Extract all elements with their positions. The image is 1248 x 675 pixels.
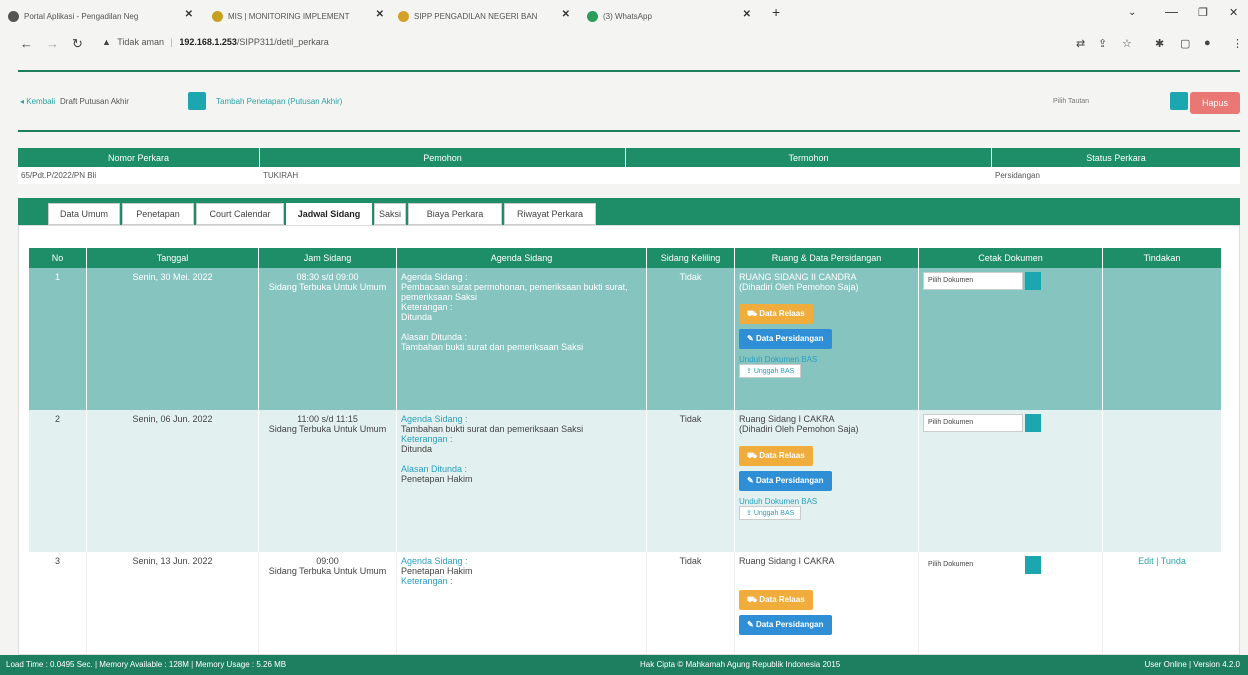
data-relaas-button[interactable]: ⛟ Data Relaas: [739, 446, 813, 466]
termohon: [626, 167, 992, 184]
site-icon: [212, 10, 223, 22]
cetak-button[interactable]: [1025, 414, 1041, 432]
data-persidangan-button[interactable]: ✎ Data Persidangan: [739, 615, 832, 635]
star-icon[interactable]: ☆: [1122, 37, 1132, 50]
nomor-perkara: 65/Pdt.P/2022/PN Bli: [21, 171, 97, 180]
browser-tab[interactable]: SIPP PENGADILAN NEGERI BAN ✕: [398, 6, 570, 26]
close-tab-icon[interactable]: ✕: [376, 9, 384, 20]
minimize-icon[interactable]: —: [1165, 4, 1178, 19]
extensions-icon[interactable]: ✱: [1155, 37, 1164, 50]
warning-icon: ▲: [102, 37, 111, 47]
hapus-button[interactable]: Hapus: [1190, 92, 1240, 114]
jadwal-sidang-panel: No Tanggal Jam Sidang Agenda Sidang Sida…: [18, 225, 1240, 655]
share-icon[interactable]: ⇪: [1098, 37, 1107, 50]
close-tab-icon[interactable]: ✕: [562, 9, 570, 20]
unggah-bas-button[interactable]: ⇪ Unggah BAS: [739, 364, 802, 378]
pilih-dokumen-select[interactable]: Pilih Dokumen: [923, 272, 1023, 290]
browser-tab-bar: Portal Aplikasi - Pengadilan Neg ✕ MIS |…: [0, 0, 1248, 30]
go-button[interactable]: [1170, 92, 1188, 110]
status-perkara: Persidangan: [995, 171, 1040, 180]
cetak-button[interactable]: [1025, 272, 1041, 290]
draft-label: Draft Putusan Akhir: [60, 97, 129, 106]
tab-riwayat-perkara[interactable]: Riwayat Perkara: [504, 203, 596, 225]
pilih-dokumen-select[interactable]: Pilih Dokumen: [923, 556, 1023, 574]
footer: Load Time : 0.0495 Sec. | Memory Availab…: [0, 655, 1248, 675]
cetak-button[interactable]: [1025, 556, 1041, 574]
address-bar: ← → ↻ ▲ Tidak aman | 192.168.1.253/SIPP3…: [0, 30, 1248, 56]
tab-saksi[interactable]: Saksi: [374, 203, 406, 225]
tab-penetapan[interactable]: Penetapan: [122, 203, 194, 225]
unduh-bas-link[interactable]: Unduh Dokumen BAS: [739, 497, 914, 506]
back-link[interactable]: ◂ Kembali: [20, 97, 55, 106]
browser-tab[interactable]: (3) WhatsApp ✕: [587, 6, 757, 26]
pilih-tautan-select[interactable]: Pilih Tautan: [1053, 98, 1089, 105]
close-tab-icon[interactable]: ✕: [185, 9, 193, 20]
profile-icon[interactable]: ●: [1204, 37, 1211, 49]
data-relaas-button[interactable]: ⛟ Data Relaas: [739, 590, 813, 610]
globe-icon: [8, 10, 19, 22]
data-relaas-button[interactable]: ⛟ Data Relaas: [739, 304, 813, 324]
case-info-table: Nomor Perkara Pemohon Termohon Status Pe…: [18, 148, 1240, 184]
tambah-penetapan-link[interactable]: Tambah Penetapan (Putusan Akhir): [216, 97, 342, 106]
site-icon: [398, 10, 409, 22]
whatsapp-icon: [587, 10, 598, 22]
table-row: 3 Senin, 13 Jun. 2022 09:00 Sidang Terbu…: [29, 552, 1221, 654]
close-tab-icon[interactable]: ✕: [743, 9, 751, 20]
footer-copyright: Hak Cipta © Mahkamah Agung Republik Indo…: [640, 660, 841, 669]
data-persidangan-button[interactable]: ✎ Data Persidangan: [739, 329, 832, 349]
unggah-bas-button[interactable]: ⇪ Unggah BAS: [739, 506, 802, 520]
sidebar-icon[interactable]: ▢: [1180, 37, 1190, 50]
tab-data-umum[interactable]: Data Umum: [48, 203, 120, 225]
page-toolbar: ◂ Kembali Draft Putusan Akhir Tambah Pen…: [18, 92, 1240, 114]
back-icon[interactable]: ←: [20, 36, 33, 51]
draft-button[interactable]: [188, 92, 206, 110]
url-field[interactable]: ▲ Tidak aman | 192.168.1.253/SIPP311/det…: [102, 37, 329, 47]
footer-stats: Load Time : 0.0495 Sec. | Memory Availab…: [6, 660, 287, 669]
tab-jadwal-sidang[interactable]: Jadwal Sidang: [286, 203, 372, 225]
tab-biaya-perkara[interactable]: Biaya Perkara: [408, 203, 502, 225]
case-info-header: Nomor Perkara Pemohon Termohon Status Pe…: [18, 148, 1240, 167]
new-tab-button[interactable]: +: [772, 4, 780, 20]
unduh-bas-link[interactable]: Unduh Dokumen BAS: [739, 355, 914, 364]
pilih-dokumen-select[interactable]: Pilih Dokumen: [923, 414, 1023, 432]
table-row: 2 Senin, 06 Jun. 2022 11:00 s/d 11:15 Si…: [29, 410, 1221, 552]
detail-tabs: Data Umum Penetapan Court Calendar Jadwa…: [18, 198, 1240, 225]
browser-tab[interactable]: Portal Aplikasi - Pengadilan Neg ✕: [8, 6, 193, 26]
reload-icon[interactable]: ↻: [72, 36, 83, 52]
tab-court-calendar[interactable]: Court Calendar: [196, 203, 284, 225]
table-row: 1 Senin, 30 Mei. 2022 08:30 s/d 09:00 Si…: [29, 268, 1221, 410]
close-window-icon[interactable]: ✕: [1229, 6, 1238, 19]
tab-search-icon[interactable]: ⌄: [1128, 7, 1136, 18]
menu-icon[interactable]: ⋮: [1232, 37, 1243, 50]
case-info-row: 65/Pdt.P/2022/PN Bli TUKIRAH Persidangan: [18, 167, 1240, 184]
pemohon: TUKIRAH: [263, 171, 299, 180]
data-persidangan-button[interactable]: ✎ Data Persidangan: [739, 471, 832, 491]
translate-icon[interactable]: ⇄: [1076, 37, 1085, 50]
forward-icon[interactable]: →: [46, 36, 59, 51]
grid-header: No Tanggal Jam Sidang Agenda Sidang Sida…: [29, 248, 1221, 268]
edit-tunda-links[interactable]: Edit | Tunda: [1103, 552, 1221, 654]
footer-version: User Online | Version 4.2.0: [1144, 660, 1240, 669]
divider: [18, 70, 1240, 72]
restore-icon[interactable]: ❐: [1198, 6, 1208, 19]
browser-tab[interactable]: MIS | MONITORING IMPLEMENT ✕: [212, 6, 384, 26]
divider: [18, 130, 1240, 132]
